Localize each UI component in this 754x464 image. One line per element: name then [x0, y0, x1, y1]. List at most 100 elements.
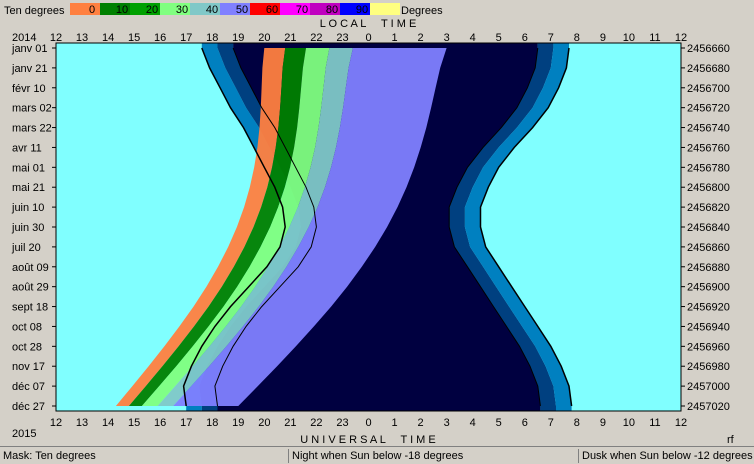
- date-label-16: nov 17: [12, 361, 45, 373]
- legend-value-80: 80: [326, 4, 338, 16]
- legend-value-90: 90: [356, 4, 368, 16]
- jd-label-0: 2456660: [687, 43, 730, 55]
- legend-value-0: 0: [89, 4, 95, 16]
- bottom-hour-12-24: 12: [675, 417, 687, 429]
- jd-label-1: 2456680: [687, 63, 730, 75]
- jd-label-13: 2456920: [687, 302, 730, 314]
- top-hour-8-20: 8: [574, 32, 580, 44]
- jd-label-7: 2456800: [687, 182, 730, 194]
- legend-swatch-0: [70, 3, 100, 15]
- top-hour-21-9: 21: [284, 32, 296, 44]
- jd-label-6: 2456780: [687, 162, 730, 174]
- legend-right-label: Degrees: [401, 5, 443, 17]
- corner-label: rf: [727, 434, 735, 446]
- top-hour-9-21: 9: [600, 32, 606, 44]
- legend-value-30: 30: [176, 4, 188, 16]
- axis-top-hours: 12 13 14 15 16 17 18 19 20 21 22 23 0 1 2 3 4 5 6 7 8 9 10 11 12: [50, 32, 687, 44]
- top-hour-23-11: 23: [336, 32, 348, 44]
- bottom-hour-1-13: 1: [391, 417, 397, 429]
- date-label-18: déc 27: [12, 401, 45, 413]
- bottom-hour-8-20: 8: [574, 417, 580, 429]
- status-mask: Mask: Ten degrees: [3, 450, 96, 462]
- date-label-8: juin 10: [11, 202, 44, 214]
- bottom-hour-15-3: 15: [128, 417, 140, 429]
- bottom-hour-21-9: 21: [284, 417, 296, 429]
- jd-label-14: 2456940: [687, 321, 730, 333]
- top-hour-3-15: 3: [444, 32, 450, 44]
- date-label-7: mai 21: [12, 182, 45, 194]
- bottom-hour-16-4: 16: [154, 417, 166, 429]
- jd-label-9: 2456840: [687, 222, 730, 234]
- legend-swatches: 0 10 20 30 40 50 60 70 80 90: [70, 3, 400, 16]
- legend-value-50: 50: [236, 4, 248, 16]
- date-label-12: août 29: [12, 282, 49, 294]
- jd-label-17: 2457000: [687, 381, 730, 393]
- legend-value-60: 60: [266, 4, 278, 16]
- date-label-10: juil 20: [11, 242, 41, 254]
- legend-value-70: 70: [296, 4, 308, 16]
- bottom-hour-7-19: 7: [548, 417, 554, 429]
- legend-value-20: 20: [146, 4, 158, 16]
- top-hour-4-16: 4: [470, 32, 476, 44]
- bottom-hour-12-0: 12: [50, 417, 62, 429]
- jd-label-8: 2456820: [687, 202, 730, 214]
- top-hour-12-24: 12: [675, 32, 687, 44]
- top-hour-2-14: 2: [418, 32, 424, 44]
- bottom-hour-22-10: 22: [310, 417, 322, 429]
- altitude-legend: Ten degrees 0 10 20 30 40 50 60 70 80 90 Degrees: [4, 3, 443, 17]
- jd-label-10: 2456860: [687, 242, 730, 254]
- top-hour-10-22: 10: [623, 32, 635, 44]
- bottom-hour-9-21: 9: [600, 417, 606, 429]
- jd-label-2: 2456700: [687, 83, 730, 95]
- top-hour-22-10: 22: [310, 32, 322, 44]
- legend-left-label: Ten degrees: [4, 5, 65, 17]
- universal-time-label: U N I V E R S A L T I M E: [300, 434, 436, 446]
- jd-label-15: 2456960: [687, 341, 730, 353]
- legend-swatch-10: [370, 3, 400, 15]
- jd-label-4: 2456740: [687, 123, 730, 135]
- jd-label-5: 2456760: [687, 142, 730, 154]
- bottom-hour-18-6: 18: [206, 417, 218, 429]
- top-hour-0-12: 0: [365, 32, 371, 44]
- jd-label-3: 2456720: [687, 103, 730, 115]
- axis-left-dates: janv 01 janv 21 févr 10 mars 02 mars 22 avr 1…: [11, 43, 56, 413]
- top-hour-20-8: 20: [258, 32, 270, 44]
- bottom-hour-10-22: 10: [623, 417, 635, 429]
- bottom-hour-4-16: 4: [470, 417, 476, 429]
- date-label-15: oct 28: [12, 341, 42, 353]
- jd-label-16: 2456980: [687, 361, 730, 373]
- top-hour-13-1: 13: [76, 32, 88, 44]
- status-bar: Mask: Ten degrees Night when Sun below -…: [0, 446, 754, 464]
- bottom-hour-6-18: 6: [522, 417, 528, 429]
- jd-label-12: 2456900: [687, 282, 730, 294]
- bottom-hour-3-15: 3: [444, 417, 450, 429]
- status-dusk: Dusk when Sun below -12 degrees: [578, 449, 754, 463]
- bottom-hour-0-12: 0: [365, 417, 371, 429]
- date-label-11: août 09: [12, 262, 49, 274]
- bottom-hour-23-11: 23: [336, 417, 348, 429]
- top-hour-1-13: 1: [391, 32, 397, 44]
- top-hour-7-19: 7: [548, 32, 554, 44]
- date-label-13: sept 18: [12, 302, 48, 314]
- axis-right-julian: 2456660 2456680 2456700 2456720 2456740 24567…: [681, 43, 730, 413]
- date-label-1: janv 21: [11, 63, 47, 75]
- top-hour-19-7: 19: [232, 32, 244, 44]
- top-hour-16-4: 16: [154, 32, 166, 44]
- date-label-9: juin 30: [11, 222, 44, 234]
- top-hour-17-5: 17: [180, 32, 192, 44]
- year-bottom: 2015: [12, 428, 36, 440]
- axis-bottom-hours: 12 13 14 15 16 17 18 19 20 21 22 23 0 1 2 3 4 5 6 7 8 9 10 11 12: [50, 417, 687, 429]
- top-hour-6-18: 6: [522, 32, 528, 44]
- jd-label-11: 2456880: [687, 262, 730, 274]
- date-label-14: oct 08: [12, 321, 42, 333]
- local-time-label: L O C A L T I M E: [320, 18, 417, 30]
- bottom-hour-11-23: 11: [649, 417, 660, 429]
- legend-value-10: 10: [116, 4, 128, 16]
- bottom-hour-5-17: 5: [496, 417, 502, 429]
- legend-value-40: 40: [206, 4, 218, 16]
- top-hour-12-0: 12: [50, 32, 62, 44]
- top-hour-5-17: 5: [496, 32, 502, 44]
- bottom-hour-17-5: 17: [180, 417, 192, 429]
- bottom-hour-20-8: 20: [258, 417, 270, 429]
- jd-label-18: 2457020: [687, 401, 730, 413]
